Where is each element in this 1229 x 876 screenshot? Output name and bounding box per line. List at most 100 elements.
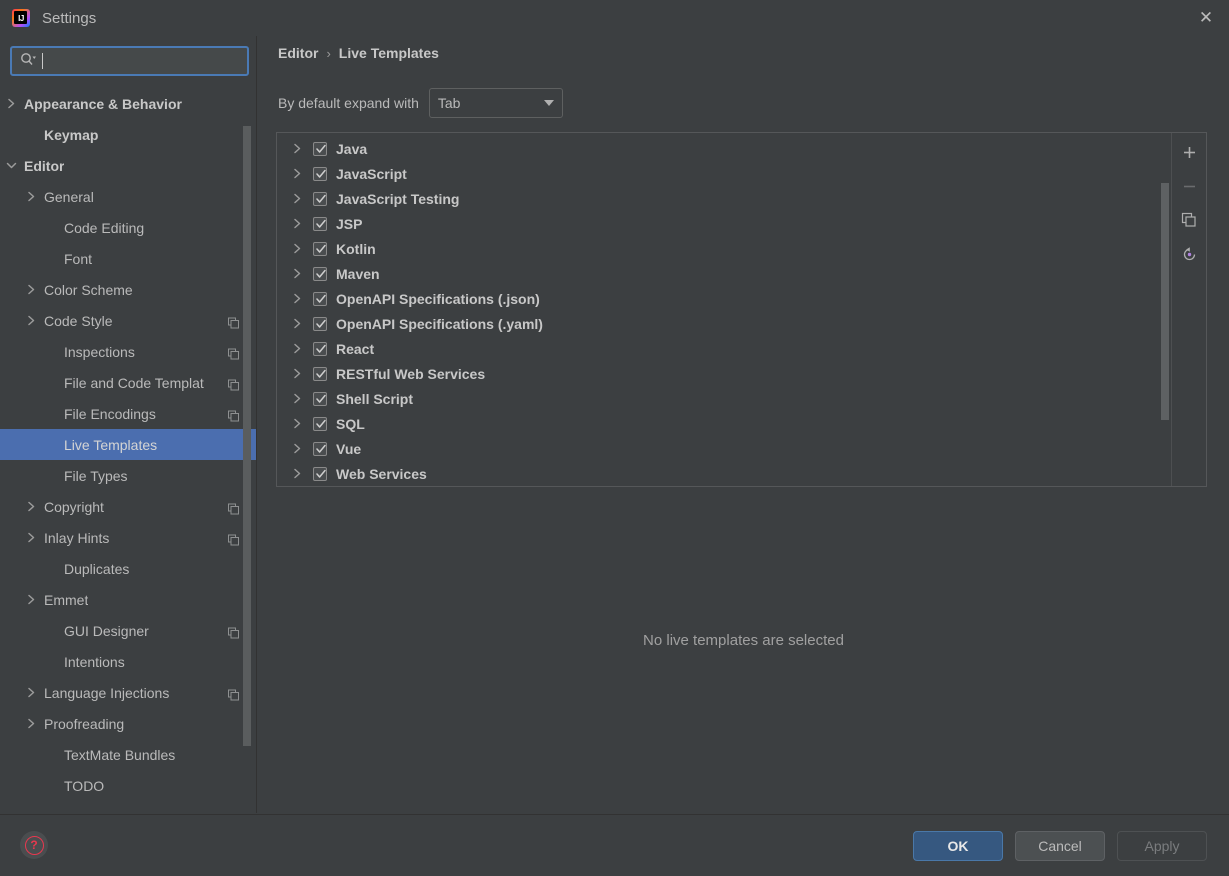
template-group-checkbox[interactable]: [313, 341, 327, 356]
sidebar-item-emmet[interactable]: Emmet: [0, 584, 256, 615]
search-input[interactable]: [10, 46, 249, 76]
project-scope-icon: [228, 346, 239, 359]
duplicate-template-button[interactable]: [1176, 207, 1202, 233]
sidebar-item-language-injections[interactable]: Language Injections: [0, 677, 256, 708]
chevron-right-icon[interactable]: [289, 193, 305, 204]
sidebar-item-file-types[interactable]: File Types: [0, 460, 256, 491]
chevron-right-icon[interactable]: [289, 268, 305, 279]
template-group-row[interactable]: SQL: [277, 411, 1170, 436]
sidebar-scrollbar-thumb[interactable]: [243, 126, 251, 746]
template-group-checkbox[interactable]: [313, 391, 327, 406]
template-group-row[interactable]: OpenAPI Specifications (.json): [277, 286, 1170, 311]
template-group-checkbox[interactable]: [313, 291, 327, 306]
expand-with-select[interactable]: Tab: [428, 88, 563, 118]
template-group-row[interactable]: JavaScript Testing: [277, 186, 1170, 211]
chevron-right-icon[interactable]: [289, 318, 305, 329]
restore-defaults-button[interactable]: [1176, 241, 1202, 267]
chevron-right-icon[interactable]: [24, 717, 38, 731]
chevron-right-icon[interactable]: [289, 368, 305, 379]
sidebar-item-textmate-bundles[interactable]: TextMate Bundles: [0, 739, 256, 770]
sidebar-item-inlay-hints[interactable]: Inlay Hints: [0, 522, 256, 553]
project-scope-icon: [228, 532, 239, 545]
sidebar-item-code-editing[interactable]: Code Editing: [0, 212, 256, 243]
template-group-label: OpenAPI Specifications (.yaml): [336, 315, 543, 332]
chevron-right-icon[interactable]: [24, 686, 38, 700]
template-group-row[interactable]: JSP: [277, 211, 1170, 236]
template-group-checkbox[interactable]: [313, 191, 327, 206]
template-group-checkbox[interactable]: [313, 366, 327, 381]
sidebar-item-file-and-code-templat[interactable]: File and Code Templat: [0, 367, 256, 398]
search-icon: [20, 52, 37, 71]
sidebar-item-label: Inlay Hints: [44, 529, 110, 546]
sidebar-item-appearance-behavior[interactable]: Appearance & Behavior: [0, 88, 256, 119]
sidebar-item-general[interactable]: General: [0, 181, 256, 212]
template-group-label: Vue: [336, 440, 362, 457]
template-group-row[interactable]: Java: [277, 136, 1170, 161]
chevron-right-icon[interactable]: [24, 500, 38, 514]
templates-scrollbar-thumb[interactable]: [1161, 183, 1169, 420]
chevron-down-icon[interactable]: [4, 159, 18, 173]
chevron-right-icon[interactable]: [289, 218, 305, 229]
chevron-right-icon[interactable]: [289, 343, 305, 354]
help-question-icon[interactable]: ?: [20, 831, 48, 859]
chevron-right-icon[interactable]: [24, 531, 38, 545]
chevron-right-icon[interactable]: [24, 314, 38, 328]
sidebar-item-keymap[interactable]: Keymap: [0, 119, 256, 150]
template-group-row[interactable]: JavaScript: [277, 161, 1170, 186]
sidebar-item-file-encodings[interactable]: File Encodings: [0, 398, 256, 429]
template-group-row[interactable]: Vue: [277, 436, 1170, 461]
chevron-right-icon[interactable]: [289, 243, 305, 254]
sidebar-item-duplicates[interactable]: Duplicates: [0, 553, 256, 584]
sidebar-item-editor[interactable]: Editor: [0, 150, 256, 181]
add-template-button[interactable]: [1176, 139, 1202, 165]
chevron-right-icon[interactable]: [24, 190, 38, 204]
template-group-row[interactable]: Web Services: [277, 461, 1170, 486]
sidebar-item-proofreading[interactable]: Proofreading: [0, 708, 256, 739]
sidebar-item-color-scheme[interactable]: Color Scheme: [0, 274, 256, 305]
sidebar-item-label: File Types: [64, 467, 128, 484]
template-group-checkbox[interactable]: [313, 141, 327, 156]
sidebar-item-font[interactable]: Font: [0, 243, 256, 274]
chevron-right-icon[interactable]: [289, 393, 305, 404]
sidebar-item-gui-designer[interactable]: GUI Designer: [0, 615, 256, 646]
template-group-row[interactable]: React: [277, 336, 1170, 361]
sidebar-item-label: Appearance & Behavior: [24, 95, 182, 112]
template-group-row[interactable]: OpenAPI Specifications (.yaml): [277, 311, 1170, 336]
sidebar-item-inspections[interactable]: Inspections: [0, 336, 256, 367]
chevron-right-icon[interactable]: [289, 143, 305, 154]
template-group-checkbox[interactable]: [313, 266, 327, 281]
template-group-checkbox[interactable]: [313, 441, 327, 456]
settings-tree: Appearance & Behavior Keymap Editor General…: [0, 88, 256, 813]
sidebar-item-copyright[interactable]: Copyright: [0, 491, 256, 522]
chevron-right-icon[interactable]: [289, 443, 305, 454]
chevron-right-icon[interactable]: [289, 418, 305, 429]
template-group-row[interactable]: Shell Script: [277, 386, 1170, 411]
sidebar-item-code-style[interactable]: Code Style: [0, 305, 256, 336]
search-input-text[interactable]: [43, 53, 247, 69]
chevron-right-icon[interactable]: [289, 293, 305, 304]
templates-list[interactable]: Java JavaScript JavaScript Testing JSP Kotli…: [277, 133, 1170, 486]
sidebar-item-live-templates[interactable]: Live Templates: [0, 429, 256, 460]
chevron-right-icon[interactable]: [289, 468, 305, 479]
chevron-right-icon[interactable]: [24, 283, 38, 297]
template-group-checkbox[interactable]: [313, 216, 327, 231]
template-group-checkbox[interactable]: [313, 241, 327, 256]
chevron-right-icon[interactable]: [4, 97, 18, 111]
breadcrumb-parent[interactable]: Editor: [278, 45, 318, 61]
template-group-row[interactable]: RESTful Web Services: [277, 361, 1170, 386]
cancel-button[interactable]: Cancel: [1015, 831, 1105, 861]
chevron-right-icon[interactable]: [24, 593, 38, 607]
chevron-right-icon[interactable]: [289, 168, 305, 179]
close-icon[interactable]: ✕: [1183, 0, 1229, 36]
template-group-row[interactable]: Kotlin: [277, 236, 1170, 261]
sidebar-item-label: Code Editing: [64, 219, 145, 236]
template-group-row[interactable]: Maven: [277, 261, 1170, 286]
sidebar-item-intentions[interactable]: Intentions: [0, 646, 256, 677]
sidebar-item-todo[interactable]: TODO: [0, 770, 256, 801]
template-group-checkbox[interactable]: [313, 316, 327, 331]
template-group-checkbox[interactable]: [313, 166, 327, 181]
template-group-checkbox[interactable]: [313, 466, 327, 481]
template-group-checkbox[interactable]: [313, 416, 327, 431]
sidebar-scrollbar-track[interactable]: [243, 88, 254, 813]
ok-button[interactable]: OK: [913, 831, 1003, 861]
